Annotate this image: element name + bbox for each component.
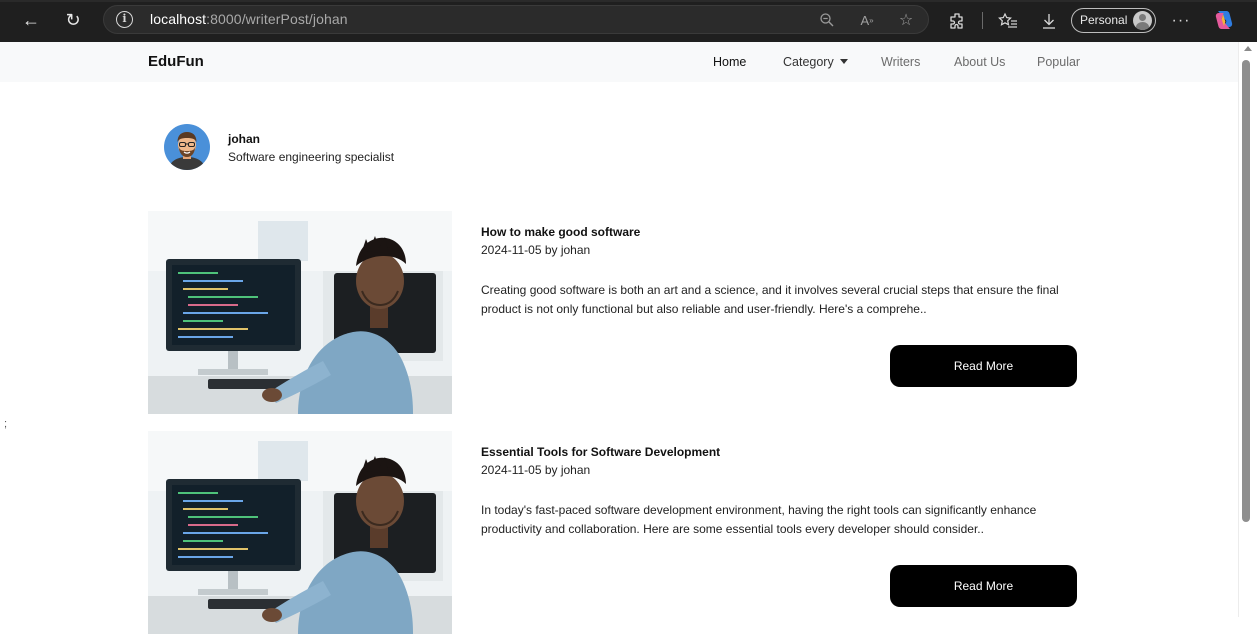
more-icon[interactable]: ··· <box>1168 8 1194 34</box>
post-excerpt: In today's fast-paced software developme… <box>481 503 1037 536</box>
caret-down-icon <box>839 59 848 64</box>
url-text[interactable]: localhost:8000/writerPost/johan <box>150 11 348 27</box>
toolbar-separator <box>982 12 983 29</box>
profile-label: Personal <box>1080 13 1128 27</box>
site-navbar: EduFun Home Category Writers About Us Po… <box>0 42 1238 82</box>
post-title[interactable]: Essential Tools for Software Development <box>481 445 720 459</box>
favorite-star-icon[interactable]: ☆ <box>895 9 917 31</box>
read-more-button[interactable]: Read More <box>890 565 1077 607</box>
post-meta: 2024-11-05 by johan <box>481 243 591 257</box>
read-aloud-icon[interactable]: A» <box>856 9 878 31</box>
copilot-icon[interactable] <box>1212 9 1236 31</box>
scroll-thumb[interactable] <box>1242 60 1250 522</box>
nav-category-dropdown[interactable]: Category <box>783 55 848 69</box>
writer-name: johan <box>228 132 260 146</box>
address-bar[interactable]: i localhost:8000/writerPost/johan A» ☆ <box>103 5 929 34</box>
post-image <box>148 211 452 414</box>
extensions-icon[interactable] <box>944 8 970 34</box>
profile-button[interactable]: Personal <box>1071 8 1156 33</box>
writer-avatar <box>164 124 210 170</box>
post-image <box>148 431 452 634</box>
download-icon[interactable] <box>1036 8 1062 34</box>
browser-toolbar: ← ↻ i localhost:8000/writerPost/johan A»… <box>0 0 1257 42</box>
nav-category-label: Category <box>783 55 834 69</box>
reload-icon[interactable]: ↻ <box>58 6 88 34</box>
nav-popular[interactable]: Popular <box>1037 55 1080 69</box>
post-meta: 2024-11-05 by johan <box>481 463 591 477</box>
post-excerpt: Creating good software is both an art an… <box>481 283 1059 316</box>
zoom-icon[interactable] <box>816 9 838 31</box>
stray-text: ; <box>4 418 8 430</box>
favorites-icon[interactable] <box>995 8 1021 34</box>
info-icon[interactable]: i <box>116 11 133 28</box>
scroll-up-icon[interactable] <box>1244 46 1252 51</box>
url-host: localhost <box>150 11 207 27</box>
profile-avatar-icon <box>1133 11 1152 30</box>
url-path: :8000/writerPost/johan <box>206 11 348 27</box>
nav-about-us[interactable]: About Us <box>954 55 1005 69</box>
nav-home[interactable]: Home <box>713 55 746 69</box>
toolbar-accent <box>0 0 1257 2</box>
brand-logo[interactable]: EduFun <box>148 53 204 70</box>
nav-writers[interactable]: Writers <box>881 55 920 69</box>
read-more-button[interactable]: Read More <box>890 345 1077 387</box>
post-title[interactable]: How to make good software <box>481 225 640 239</box>
back-arrow-icon[interactable]: ← <box>16 6 46 34</box>
post-card: How to make good software 2024-11-05 by … <box>148 211 1078 414</box>
page-scrollbar[interactable] <box>1238 42 1257 617</box>
writer-role: Software engineering specialist <box>228 150 395 164</box>
post-card: Essential Tools for Software Development… <box>148 431 1078 634</box>
